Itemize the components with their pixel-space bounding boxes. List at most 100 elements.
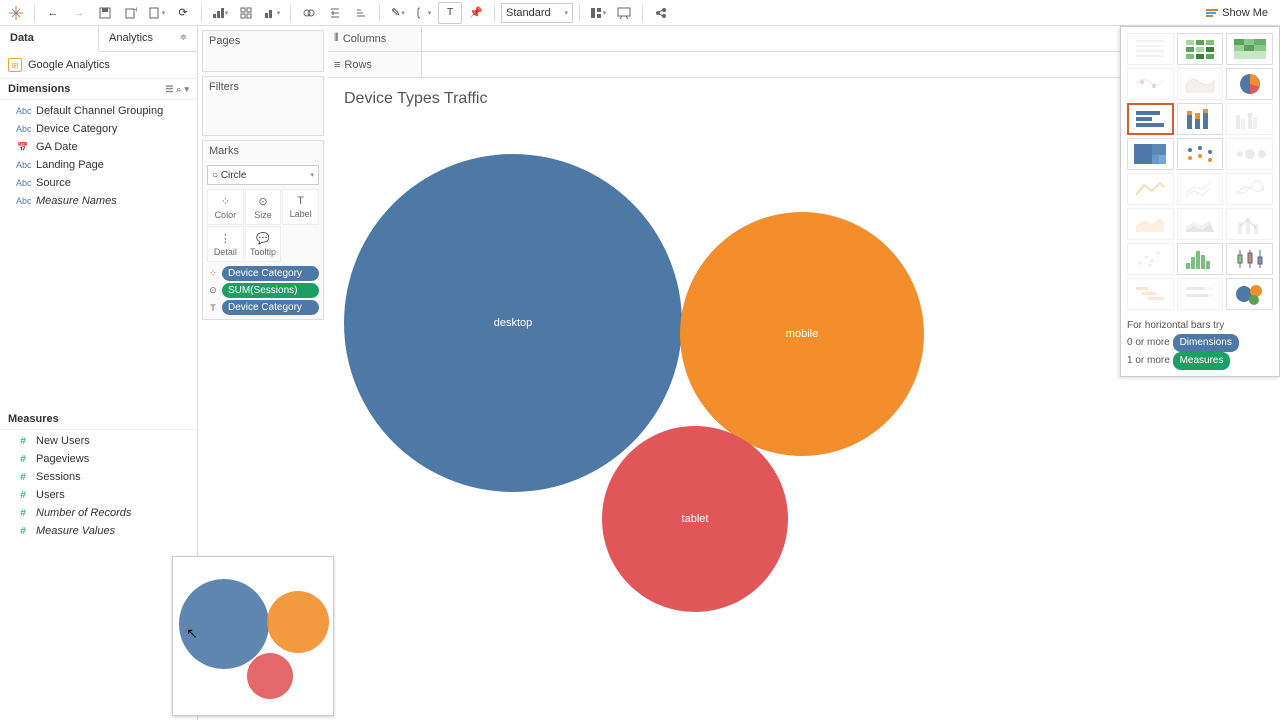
mark-type-dropdown[interactable]: ○ Circle▾ bbox=[207, 165, 319, 185]
pill-color-row[interactable]: ⁘Device Category bbox=[207, 266, 319, 281]
sort-asc-button[interactable] bbox=[234, 2, 258, 24]
pin-button[interactable]: 📌 bbox=[464, 2, 488, 24]
datasource-row[interactable]: ⊞ Google Analytics bbox=[0, 52, 197, 79]
color-icon: ⁘ bbox=[221, 195, 230, 208]
measure-field[interactable]: Users bbox=[0, 486, 197, 504]
thumb-bubble bbox=[267, 591, 329, 653]
measure-field[interactable]: Pageviews bbox=[0, 450, 197, 468]
measure-field[interactable]: New Users bbox=[0, 432, 197, 450]
refresh-button[interactable]: ⟳ bbox=[171, 2, 195, 24]
field-type-icon bbox=[16, 472, 30, 483]
highlight-button[interactable]: ✎▾ bbox=[386, 2, 410, 24]
dashboard-button[interactable]: ▾ bbox=[586, 2, 610, 24]
showme-button[interactable]: Show Me bbox=[1198, 2, 1276, 24]
tab-data[interactable]: Data bbox=[0, 26, 99, 52]
sm-dual-combo[interactable] bbox=[1226, 208, 1273, 240]
dimension-field[interactable]: AbcLanding Page bbox=[0, 156, 197, 174]
sm-treemap[interactable] bbox=[1127, 138, 1174, 170]
bubble-mobile[interactable]: mobile bbox=[680, 212, 924, 456]
sm-text-table[interactable] bbox=[1127, 33, 1174, 65]
field-type-icon bbox=[16, 436, 30, 447]
rows-icon: ≡ bbox=[334, 59, 340, 71]
sm-gantt[interactable] bbox=[1127, 278, 1174, 310]
share-button[interactable] bbox=[649, 2, 673, 24]
measure-field[interactable]: Sessions bbox=[0, 468, 197, 486]
dimensions-header: Dimensions ☰⌕▾ bbox=[0, 79, 197, 100]
sm-packed-bubbles[interactable] bbox=[1226, 278, 1273, 310]
measure-field[interactable]: Number of Records bbox=[0, 504, 197, 522]
group-button[interactable] bbox=[297, 2, 321, 24]
tab-analytics[interactable]: Analytics≑ bbox=[99, 26, 197, 51]
sm-area-cont[interactable] bbox=[1127, 208, 1174, 240]
sm-filled-map[interactable] bbox=[1177, 68, 1224, 100]
forward-button[interactable]: → bbox=[67, 2, 91, 24]
detail-icon: ⋮ bbox=[220, 232, 231, 245]
measure-field[interactable]: Measure Values bbox=[0, 522, 197, 540]
dimension-field[interactable]: AbcDefault Channel Grouping bbox=[0, 102, 197, 120]
mark-tooltip-button[interactable]: 💬Tooltip bbox=[245, 226, 282, 262]
thumb-bubble bbox=[247, 653, 293, 699]
pill-color: Device Category bbox=[222, 266, 319, 281]
sm-side-circle[interactable] bbox=[1226, 138, 1273, 170]
dimension-field[interactable]: 📅GA Date bbox=[0, 138, 197, 156]
text-button[interactable]: T bbox=[438, 2, 462, 24]
sm-box-plot[interactable] bbox=[1226, 243, 1273, 275]
filters-card[interactable]: Filters bbox=[202, 76, 324, 136]
view-icon[interactable]: ☰ bbox=[165, 84, 173, 95]
sm-line-cont[interactable] bbox=[1127, 173, 1174, 205]
sort-desc-button[interactable]: ▾ bbox=[260, 2, 284, 24]
sm-scatter[interactable] bbox=[1127, 243, 1174, 275]
field-label: Pageviews bbox=[36, 453, 89, 465]
dimension-field[interactable]: AbcMeasure Names bbox=[0, 192, 197, 210]
pill-size-row[interactable]: ⊙SUM(Sessions) bbox=[207, 283, 319, 298]
measures-header: Measures bbox=[0, 409, 197, 430]
mark-label-button[interactable]: TLabel bbox=[282, 189, 319, 225]
swap-button[interactable]: ▾ bbox=[208, 2, 232, 24]
sm-area-disc[interactable] bbox=[1177, 208, 1224, 240]
dimension-field[interactable]: AbcSource bbox=[0, 174, 197, 192]
presentation-button[interactable] bbox=[612, 2, 636, 24]
sm-hbar[interactable] bbox=[1127, 103, 1174, 135]
sm-dual-line[interactable] bbox=[1226, 173, 1273, 205]
showme-label: Show Me bbox=[1222, 7, 1268, 19]
new-datasource-button[interactable]: + bbox=[119, 2, 143, 24]
measures-list: New Users Pageviews SessionsUsersNumber of… bbox=[0, 430, 197, 720]
sm-highlight-table[interactable] bbox=[1226, 33, 1273, 65]
sm-bullet[interactable] bbox=[1177, 278, 1224, 310]
mark-color-button[interactable]: ⁘Color bbox=[207, 189, 244, 225]
tableau-logo-icon[interactable] bbox=[4, 2, 28, 24]
dimensions-list: AbcDefault Channel GroupingAbcDevice Cat… bbox=[0, 100, 197, 212]
sm-heatmap[interactable] bbox=[1177, 33, 1224, 65]
field-type-icon bbox=[16, 508, 30, 519]
field-type-icon: Abc bbox=[16, 160, 30, 170]
save-button[interactable] bbox=[93, 2, 117, 24]
marks-card[interactable]: Marks ○ Circle▾ ⁘Color ⊙Size TLabel ⋮Det… bbox=[202, 140, 324, 320]
sm-line-disc[interactable] bbox=[1177, 173, 1224, 205]
mark-size-button[interactable]: ⊙Size bbox=[245, 189, 282, 225]
new-worksheet-button[interactable]: ▾ bbox=[145, 2, 169, 24]
pill-label-row[interactable]: TDevice Category bbox=[207, 300, 319, 315]
sm-stacked-bar[interactable] bbox=[1177, 103, 1224, 135]
sm-histogram[interactable] bbox=[1177, 243, 1224, 275]
field-label: Source bbox=[36, 177, 71, 189]
field-label: New Users bbox=[36, 435, 90, 447]
field-label: GA Date bbox=[36, 141, 78, 153]
search-icon[interactable]: ⌕ bbox=[176, 84, 181, 95]
totals-button[interactable] bbox=[323, 2, 347, 24]
clip-button[interactable]: ▾ bbox=[412, 2, 436, 24]
sm-pie[interactable] bbox=[1226, 68, 1273, 100]
mark-detail-button[interactable]: ⋮Detail bbox=[207, 226, 244, 262]
sm-circle-views[interactable] bbox=[1177, 138, 1224, 170]
dimension-field[interactable]: AbcDevice Category bbox=[0, 120, 197, 138]
sm-side-bar[interactable] bbox=[1226, 103, 1273, 135]
menu-icon[interactable]: ▾ bbox=[184, 84, 189, 95]
fit-dropdown[interactable]: Standard▾ bbox=[501, 3, 573, 23]
back-button[interactable]: ← bbox=[41, 2, 65, 24]
bubble-desktop[interactable]: desktop bbox=[344, 154, 682, 492]
pages-card[interactable]: Pages bbox=[202, 30, 324, 72]
abc-button[interactable] bbox=[349, 2, 373, 24]
cursor-icon: ↖ bbox=[186, 625, 198, 642]
bubble-tablet[interactable]: tablet bbox=[602, 426, 788, 612]
sm-symbol-map[interactable] bbox=[1127, 68, 1174, 100]
thumb-bubble bbox=[179, 579, 269, 669]
